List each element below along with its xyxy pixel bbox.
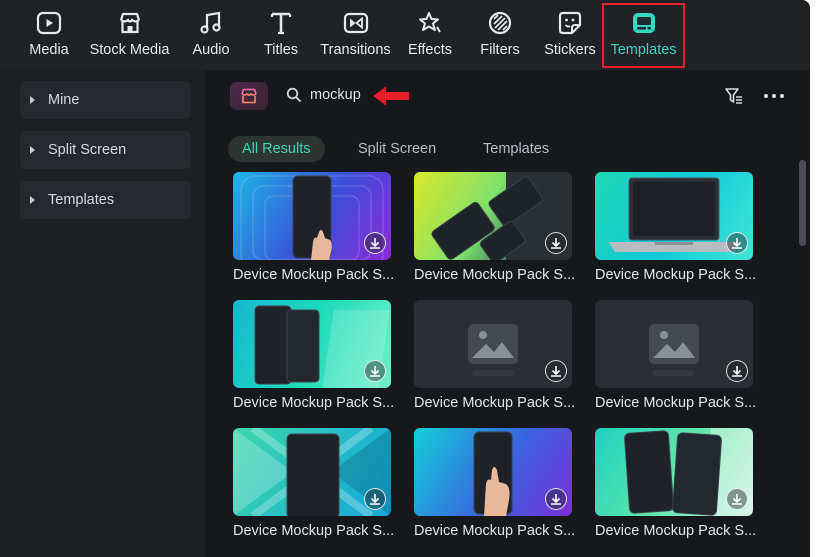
sidebar-item-label: Mine: [48, 92, 80, 108]
template-card[interactable]: Device Mockup Pack S...: [414, 172, 574, 290]
red-arrow-icon: [373, 86, 409, 106]
caret-right-icon: [30, 196, 35, 204]
music-note-icon: [196, 8, 226, 38]
template-title: Device Mockup Pack S...: [414, 523, 574, 539]
template-card[interactable]: Device Mockup Pack S...: [414, 300, 574, 418]
toolbar-effects-label: Effects: [407, 42, 453, 58]
store-icon: [241, 88, 257, 104]
sidebar-item-split-screen[interactable]: Split Screen: [20, 131, 191, 169]
template-card[interactable]: Device Mockup Pack S...: [233, 428, 393, 546]
search-icon: [286, 87, 301, 102]
toolbar-stock-media-label: Stock Media: [89, 42, 170, 58]
template-thumbnail: [414, 172, 572, 260]
template-title: Device Mockup Pack S...: [233, 267, 393, 283]
toolbar-titles-button[interactable]: Titles: [258, 0, 304, 70]
sidebar-item-mine[interactable]: Mine: [20, 81, 191, 119]
template-card[interactable]: Device Mockup Pack S...: [414, 428, 574, 546]
category-sidebar: Mine Split Screen Templates: [0, 70, 206, 557]
template-thumbnail: [595, 428, 753, 516]
download-icon[interactable]: [726, 360, 748, 382]
template-card[interactable]: Device Mockup Pack S...: [233, 300, 393, 418]
effects-star-icon: [415, 8, 445, 38]
toolbar-filters-label: Filters: [480, 42, 520, 58]
template-title: Device Mockup Pack S...: [595, 267, 755, 283]
download-icon[interactable]: [726, 488, 748, 510]
tab-split-screen[interactable]: Split Screen: [358, 136, 436, 162]
template-title: Device Mockup Pack S...: [595, 523, 755, 539]
toolbar-audio-button[interactable]: Audio: [185, 0, 237, 70]
template-thumbnail: [233, 428, 391, 516]
results-scrollbar[interactable]: [799, 160, 806, 246]
toolbar-stickers-button[interactable]: Stickers: [542, 0, 598, 70]
tab-templates[interactable]: Templates: [483, 136, 549, 162]
media-icon: [34, 8, 64, 38]
template-card[interactable]: Device Mockup Pack S...: [595, 428, 755, 546]
sidebar-item-label: Templates: [48, 192, 115, 208]
tab-all-results[interactable]: All Results: [228, 136, 325, 162]
template-title: Device Mockup Pack S...: [414, 395, 574, 411]
titles-t-icon: [266, 8, 296, 38]
toolbar-media-label: Media: [29, 42, 69, 58]
template-thumbnail: [595, 300, 753, 388]
toolbar-transitions-button[interactable]: Transitions: [318, 0, 393, 70]
stock-media-icon: [115, 8, 145, 38]
download-icon[interactable]: [545, 488, 567, 510]
toolbar-titles-label: Titles: [263, 42, 299, 58]
filters-icon: [485, 8, 515, 38]
app-window: Media Stock Media Audio Titles Transitio: [0, 0, 810, 557]
transitions-icon: [341, 8, 371, 38]
template-card[interactable]: Device Mockup Pack S...: [595, 300, 755, 418]
toolbar-effects-button[interactable]: Effects: [406, 0, 454, 70]
template-title: Device Mockup Pack S...: [414, 267, 574, 283]
template-card[interactable]: Device Mockup Pack S...: [595, 172, 755, 290]
toolbar-audio-label: Audio: [192, 42, 230, 58]
download-icon[interactable]: [364, 232, 386, 254]
top-toolbar: Media Stock Media Audio Titles Transitio: [0, 0, 810, 70]
template-title: Device Mockup Pack S...: [233, 523, 393, 539]
template-store-button[interactable]: [230, 82, 268, 110]
download-icon[interactable]: [545, 232, 567, 254]
template-thumbnail: [233, 172, 391, 260]
caret-right-icon: [30, 96, 35, 104]
sidebar-item-templates[interactable]: Templates: [20, 181, 191, 219]
toolbar-stock-media-button[interactable]: Stock Media: [87, 0, 172, 70]
toolbar-transitions-label: Transitions: [320, 42, 391, 58]
caret-right-icon: [30, 146, 35, 154]
template-thumbnail: [414, 428, 572, 516]
template-card[interactable]: Device Mockup Pack S...: [233, 172, 393, 290]
more-options-icon[interactable]: [763, 87, 785, 105]
download-icon[interactable]: [364, 360, 386, 382]
template-thumbnail: [414, 300, 572, 388]
template-thumbnail: [233, 300, 391, 388]
filter-icon[interactable]: [724, 86, 744, 106]
toolbar-filters-button[interactable]: Filters: [477, 0, 523, 70]
download-icon[interactable]: [545, 360, 567, 382]
download-icon[interactable]: [726, 232, 748, 254]
red-highlight-box: [602, 3, 685, 68]
template-title: Device Mockup Pack S...: [595, 395, 755, 411]
template-title: Device Mockup Pack S...: [233, 395, 393, 411]
template-thumbnail: [595, 172, 753, 260]
toolbar-templates-button[interactable]: Templates: [602, 0, 685, 70]
sidebar-item-label: Split Screen: [48, 142, 127, 158]
stickers-icon: [555, 8, 585, 38]
toolbar-stickers-label: Stickers: [544, 42, 596, 58]
download-icon[interactable]: [364, 488, 386, 510]
toolbar-media-button[interactable]: Media: [18, 0, 80, 70]
template-results-panel: All Results Split Screen Templates D: [210, 70, 810, 557]
